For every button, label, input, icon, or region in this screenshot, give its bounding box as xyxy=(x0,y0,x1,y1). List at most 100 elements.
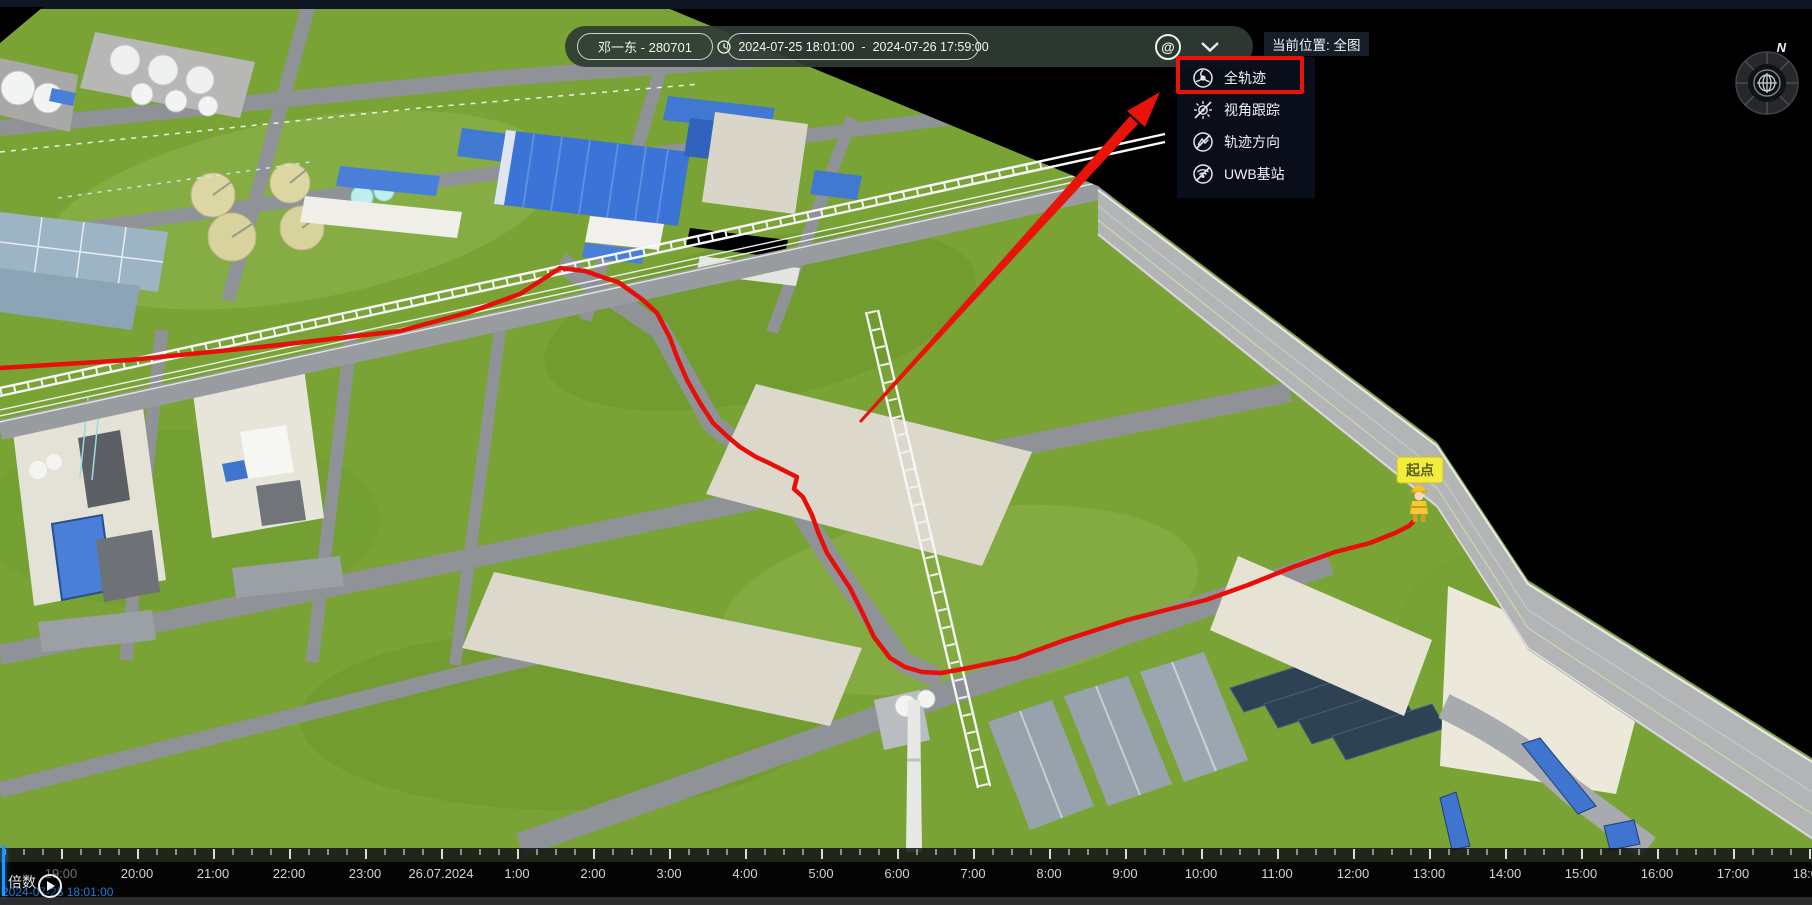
timeline-major-tick xyxy=(745,849,747,859)
play-icon xyxy=(47,881,55,891)
timeline-minor-tick xyxy=(1296,849,1298,855)
track-toolbar: 邓一东 - 280701 2024-07-25 18:01:00 - 2024-… xyxy=(565,26,1253,67)
timeline-minor-tick xyxy=(251,849,253,855)
timeline-major-tick xyxy=(1657,849,1659,859)
timeline-hour-label: 18:00 xyxy=(1764,866,1812,881)
menu-item-track-direction[interactable]: 轨迹方向 xyxy=(1177,126,1315,158)
play-button[interactable] xyxy=(38,874,62,898)
menu-item-label: UWB基站 xyxy=(1224,164,1285,184)
timeline-major-tick xyxy=(1125,849,1127,859)
timeline-minor-tick xyxy=(1144,849,1146,855)
bottom-strip xyxy=(0,897,1812,905)
timeline-major-tick xyxy=(1353,849,1355,859)
timeline-major-tick xyxy=(289,849,291,859)
timeline-major-tick xyxy=(1505,849,1507,859)
current-location-label: 当前位置: 全图 xyxy=(1264,32,1369,56)
timeline-minor-tick xyxy=(707,849,709,855)
timeline-minor-tick xyxy=(403,849,405,855)
timeline-major-tick xyxy=(593,849,595,859)
menu-item-uwb-station[interactable]: UWB基站 xyxy=(1177,158,1315,190)
timeline-minor-tick xyxy=(935,849,937,855)
timeline-minor-tick xyxy=(612,849,614,855)
menu-item-label: 轨迹方向 xyxy=(1224,132,1280,152)
timeline-minor-tick xyxy=(1106,849,1108,855)
timeline-minor-tick xyxy=(1752,849,1754,855)
timeline-minor-tick xyxy=(270,849,272,855)
timeline-minor-tick xyxy=(555,849,557,855)
timeline-minor-tick xyxy=(346,849,348,855)
timeline-major-tick xyxy=(1277,849,1279,859)
timeline-major-tick xyxy=(973,849,975,859)
timeline-minor-tick xyxy=(536,849,538,855)
timeline-minor-tick xyxy=(954,849,956,855)
time-range-separator: - xyxy=(861,40,865,54)
timeline-major-tick xyxy=(1581,849,1583,859)
timeline-minor-tick xyxy=(1638,849,1640,855)
timeline-minor-tick xyxy=(1315,849,1317,855)
track-options-menu: 全轨迹 视角跟踪 轨迹方向 UWB基站 xyxy=(1177,57,1315,198)
person-selector[interactable]: 邓一东 - 280701 xyxy=(577,33,713,60)
timeline-minor-tick xyxy=(1220,849,1222,855)
timeline-major-tick xyxy=(1049,849,1051,859)
timeline-major-tick xyxy=(1429,849,1431,859)
timeline-minor-tick xyxy=(42,849,44,855)
timeline-minor-tick xyxy=(460,849,462,855)
timeline-minor-tick xyxy=(1030,849,1032,855)
time-range-picker[interactable]: 2024-07-25 18:01:00 - 2024-07-26 17:59:0… xyxy=(727,33,979,60)
clock-icon xyxy=(717,40,731,54)
person-selector-value: 邓一东 - 280701 xyxy=(598,37,692,56)
start-point-label: 起点 xyxy=(1405,462,1434,478)
timeline-minor-tick xyxy=(878,849,880,855)
view-follow-icon xyxy=(1192,99,1214,121)
timeline-minor-tick xyxy=(479,849,481,855)
timeline-minor-tick xyxy=(1714,849,1716,855)
timeline-minor-tick xyxy=(1239,849,1241,855)
timeline-minor-tick xyxy=(1771,849,1773,855)
timeline-major-tick xyxy=(61,849,63,859)
timeline-major-tick xyxy=(1733,849,1735,859)
timeline-minor-tick xyxy=(1182,849,1184,855)
timeline-major-tick xyxy=(1809,849,1811,859)
locate-icon[interactable]: @ xyxy=(1155,34,1181,60)
menu-item-label: 全轨迹 xyxy=(1224,68,1266,88)
timeline-minor-tick xyxy=(1486,849,1488,855)
track-direction-icon xyxy=(1192,131,1214,153)
timeline-minor-tick xyxy=(631,849,633,855)
timeline-major-tick xyxy=(213,849,215,859)
map-3d-view[interactable]: 起点 xyxy=(0,0,1812,905)
timeline-minor-tick xyxy=(916,849,918,855)
timeline-minor-tick xyxy=(1543,849,1545,855)
timeline-minor-tick xyxy=(1391,849,1393,855)
timeline-minor-tick xyxy=(992,849,994,855)
timeline-minor-tick xyxy=(1790,849,1792,855)
timeline-minor-tick xyxy=(802,849,804,855)
timeline-cursor[interactable] xyxy=(2,846,5,896)
timeline-minor-tick xyxy=(1258,849,1260,855)
timeline-minor-tick xyxy=(726,849,728,855)
timeline-track[interactable] xyxy=(0,848,1812,862)
timeline-minor-tick xyxy=(1695,849,1697,855)
compass-control[interactable]: N xyxy=(1734,46,1800,116)
playback-speed-label: 倍数 xyxy=(8,872,36,892)
timeline-major-tick xyxy=(1201,849,1203,859)
timeline-minor-tick xyxy=(1068,849,1070,855)
timeline-minor-tick xyxy=(1619,849,1621,855)
timeline-minor-tick xyxy=(1163,849,1165,855)
menu-item-full-track[interactable]: 全轨迹 xyxy=(1177,62,1315,94)
timeline-minor-tick xyxy=(764,849,766,855)
viewport: 起点 邓一东 - 280701 2024-07-25 18:01:00 - 20… xyxy=(0,0,1812,905)
timeline-minor-tick xyxy=(422,849,424,855)
timeline-minor-tick xyxy=(308,849,310,855)
timeline-minor-tick xyxy=(650,849,652,855)
timeline-minor-tick xyxy=(1410,849,1412,855)
timeline-minor-tick xyxy=(1524,849,1526,855)
timeline-major-tick xyxy=(441,849,443,859)
timeline-minor-tick xyxy=(232,849,234,855)
timeline-minor-tick xyxy=(859,849,861,855)
compass-icon xyxy=(1734,46,1800,116)
chevron-down-icon[interactable] xyxy=(1197,34,1223,60)
timeline-minor-tick xyxy=(1334,849,1336,855)
timeline-major-tick xyxy=(137,849,139,859)
menu-item-view-follow[interactable]: 视角跟踪 xyxy=(1177,94,1315,126)
sky-strip xyxy=(0,0,1812,9)
